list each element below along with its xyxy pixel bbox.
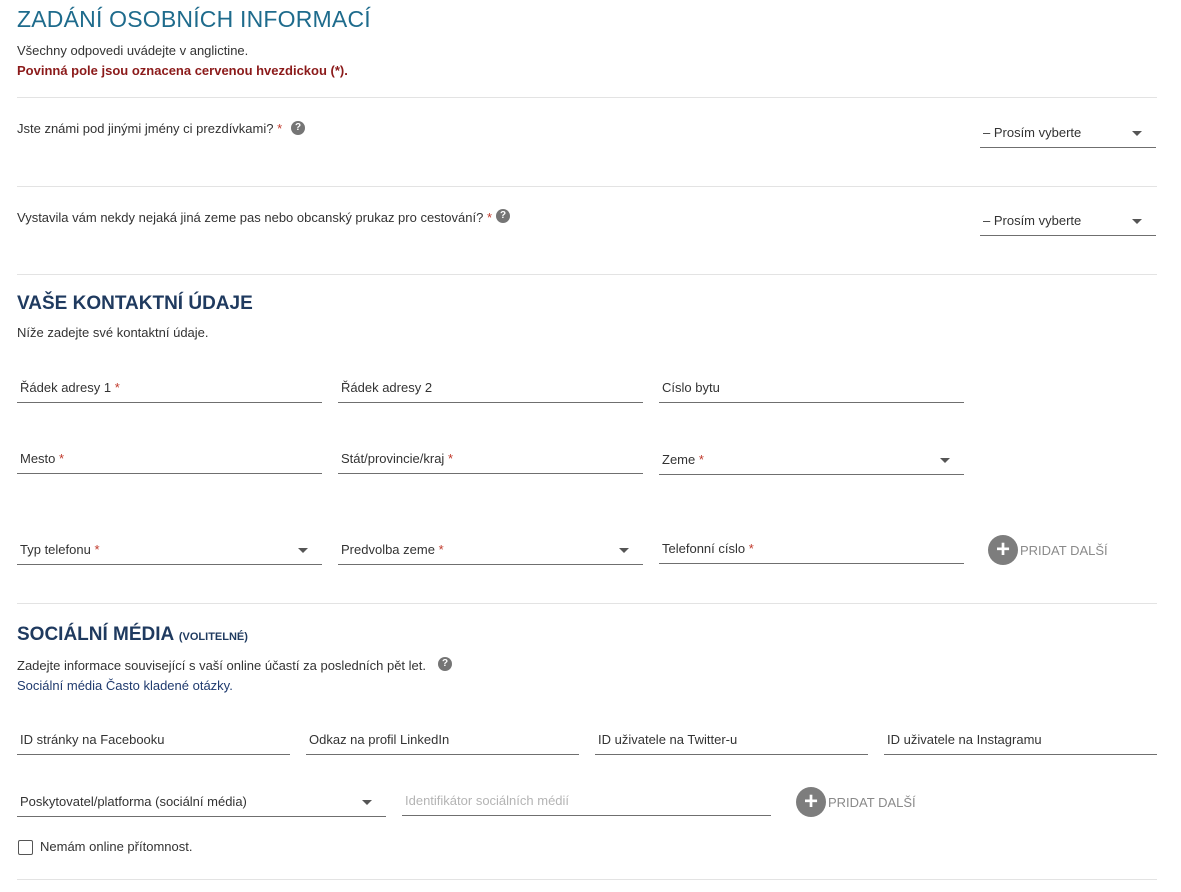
instagram-id-field[interactable]: ID uživatele na Instagramu	[884, 726, 1157, 755]
contact-section-title: VAŠE KONTAKTNÍ ÚDAJE	[17, 293, 253, 314]
plus-icon: +	[988, 535, 1018, 565]
required-star: *	[698, 452, 704, 467]
twitter-id-field[interactable]: ID uživatele na Twitter-u	[595, 726, 868, 755]
chevron-down-icon	[362, 800, 372, 805]
plus-icon: +	[796, 787, 826, 817]
other-names-select[interactable]: – Prosím vyberte	[980, 119, 1156, 148]
other-names-question: Jste známi pod jinými jmény ci prezdívka…	[17, 121, 282, 136]
required-fields-note: Povinná pole jsou oznacena cervenou hvez…	[17, 63, 348, 78]
social-identifier-placeholder: Identifikátor sociálních médií	[405, 793, 570, 808]
phone-type-select[interactable]: Typ telefonu *	[17, 536, 322, 565]
page-title: ZADÁNÍ OSOBNÍCH INFORMACÍ	[17, 6, 371, 32]
phone-number-label: Telefonní císlo	[662, 541, 746, 556]
social-description: Zadejte informace související s vaší onl…	[17, 658, 426, 673]
add-more-label: PRIDAT DALŠÍ	[1020, 543, 1108, 558]
country-code-label: Predvolba zeme	[341, 542, 435, 557]
select-value: – Prosím vyberte	[983, 213, 1082, 228]
chevron-down-icon	[298, 548, 308, 553]
country-label: Zeme	[662, 452, 696, 467]
optional-suffix: (VOLITELNÉ)	[178, 631, 248, 643]
page-subtitle: Všechny odpovedi uvádejte v anglictine.	[17, 43, 249, 58]
address-line2-field[interactable]: Řádek adresy 2	[338, 374, 643, 403]
help-icon[interactable]: ?	[438, 657, 452, 671]
divider	[17, 603, 1157, 604]
chevron-down-icon	[1132, 131, 1142, 136]
social-provider-label: Poskytovatel/platforma (sociální média)	[20, 794, 247, 809]
no-online-presence-checkbox[interactable]	[18, 840, 33, 855]
other-passport-label: Vystavila vám nekdy nejaká jiná zeme pas…	[17, 210, 484, 225]
no-online-presence-label[interactable]: Nemám online přítomnost.	[40, 839, 192, 854]
linkedin-link-label: Odkaz na profil LinkedIn	[309, 732, 450, 747]
city-label: Mesto	[20, 451, 56, 466]
state-label: Stát/provincie/kraj	[341, 451, 445, 466]
twitter-id-label: ID uživatele na Twitter-u	[598, 732, 738, 747]
select-value: – Prosím vyberte	[983, 125, 1082, 140]
instagram-id-label: ID uživatele na Instagramu	[887, 732, 1042, 747]
linkedin-link-field[interactable]: Odkaz na profil LinkedIn	[306, 726, 579, 755]
required-star: *	[59, 451, 65, 466]
required-star: *	[277, 121, 283, 136]
required-star: *	[114, 380, 120, 395]
facebook-id-field[interactable]: ID stránky na Facebooku	[17, 726, 290, 755]
apartment-number-label: Císlo bytu	[662, 380, 720, 395]
city-field[interactable]: Mesto *	[17, 445, 322, 474]
divider	[17, 186, 1157, 187]
phone-number-field[interactable]: Telefonní císlo *	[659, 535, 964, 564]
chevron-down-icon	[1132, 219, 1142, 224]
social-section-title: SOCIÁLNÍ MÉDIA (VOLITELNÉ)	[17, 624, 248, 646]
required-star: *	[438, 542, 444, 557]
country-select[interactable]: Zeme *	[659, 446, 964, 475]
other-passport-question: Vystavila vám nekdy nejaká jiná zeme pas…	[17, 210, 492, 225]
other-names-label: Jste známi pod jinými jmény ci prezdívka…	[17, 121, 274, 136]
social-title-text: SOCIÁLNÍ MÉDIA	[17, 624, 174, 645]
divider	[17, 274, 1157, 275]
required-star: *	[748, 541, 754, 556]
required-star: *	[486, 210, 493, 225]
apartment-number-field[interactable]: Císlo bytu	[659, 374, 964, 403]
divider	[17, 879, 1157, 880]
chevron-down-icon	[940, 458, 950, 463]
social-faq-link[interactable]: Sociální média Často kladené otázky.	[17, 678, 233, 693]
divider	[17, 97, 1157, 98]
help-icon[interactable]: ?	[496, 209, 510, 223]
social-provider-select[interactable]: Poskytovatel/platforma (sociální média)	[17, 788, 386, 817]
address-line1-label: Řádek adresy 1	[20, 380, 112, 395]
required-star: *	[94, 542, 100, 557]
contact-section-subtitle: Níže zadejte své kontaktní údaje.	[17, 325, 209, 340]
social-identifier-field[interactable]: Identifikátor sociálních médií	[402, 787, 771, 816]
country-code-select[interactable]: Predvolba zeme *	[338, 536, 643, 565]
address-line1-field[interactable]: Řádek adresy 1 *	[17, 374, 322, 403]
chevron-down-icon	[619, 548, 629, 553]
add-phone-button[interactable]: + PRIDAT DALŠÍ	[988, 535, 1108, 565]
required-star: *	[447, 451, 454, 466]
phone-type-label: Typ telefonu	[20, 542, 91, 557]
facebook-id-label: ID stránky na Facebooku	[20, 732, 165, 747]
other-passport-select[interactable]: – Prosím vyberte	[980, 207, 1156, 236]
add-social-button[interactable]: + PRIDAT DALŠÍ	[796, 787, 916, 817]
help-icon[interactable]: ?	[291, 121, 305, 135]
add-more-label: PRIDAT DALŠÍ	[828, 795, 916, 810]
state-field[interactable]: Stát/provincie/kraj *	[338, 445, 643, 474]
address-line2-label: Řádek adresy 2	[341, 380, 433, 395]
